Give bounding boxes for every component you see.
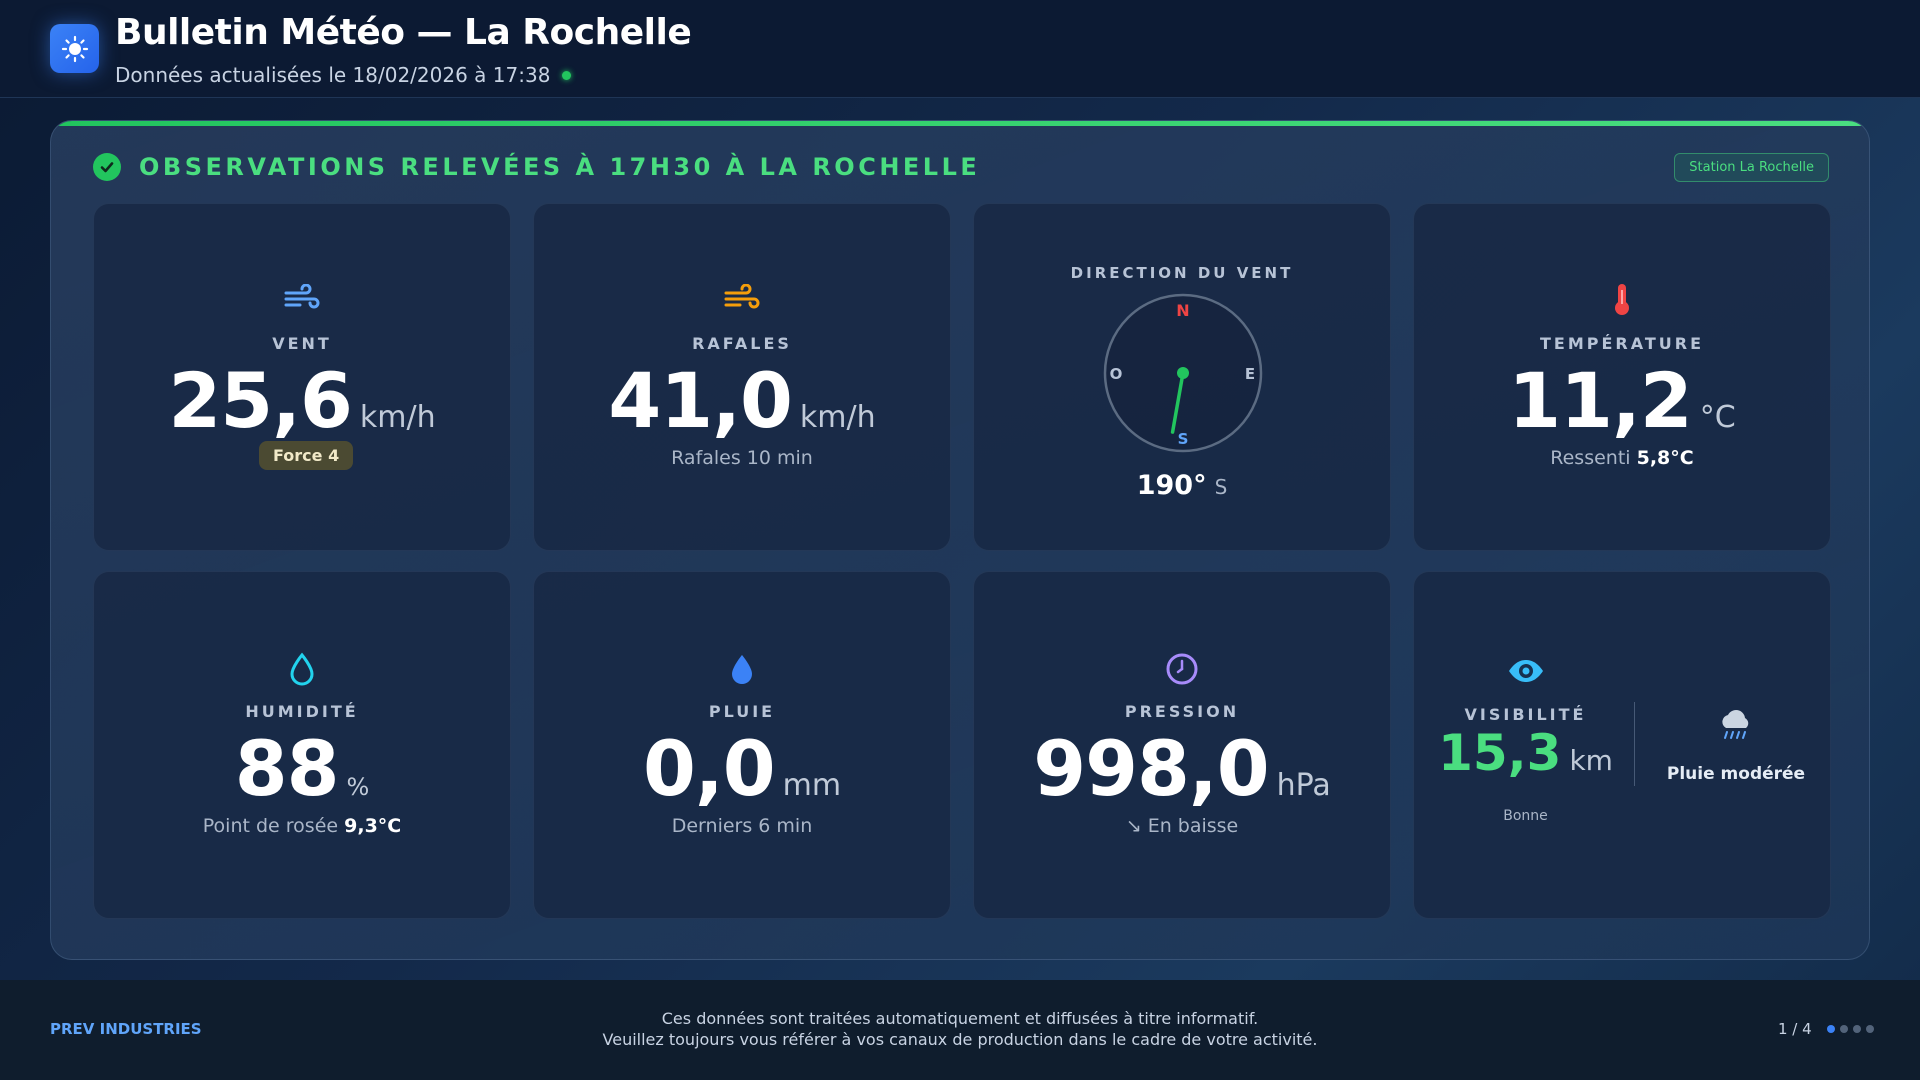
- gauge-icon: [974, 652, 1390, 686]
- panel-accent-bar: [51, 121, 1869, 126]
- pressure-unit: hPa: [1276, 768, 1331, 803]
- dew-point-label: Point de rosée: [202, 815, 339, 837]
- drop-filled-icon: [534, 652, 950, 686]
- wind-icon: [94, 284, 510, 312]
- page-counter: 1 / 4: [1778, 1020, 1812, 1038]
- humidity-value: 88 %: [94, 724, 510, 813]
- thermometer-icon: [1414, 282, 1830, 316]
- page-indicator: 1 / 4: [1778, 1020, 1874, 1038]
- visibility-label: VISIBILITÉ: [1464, 705, 1587, 724]
- pressure-card: PRESSION 998,0 hPa ↘ En baisse: [973, 571, 1391, 919]
- page-dot-3[interactable]: [1852, 1025, 1861, 1033]
- gusts-label: RAFALES: [692, 334, 792, 353]
- direction-cardinal: S: [1214, 475, 1228, 499]
- visibility-card: VISIBILITÉ 15,3 km Bonne Pluie modérée: [1413, 571, 1831, 919]
- humidity-label: HUMIDITÉ: [245, 702, 359, 721]
- feels-like: Ressenti 5,8°C: [1414, 447, 1830, 469]
- temperature-card: TEMPÉRATURE 11,2 °C Ressenti 5,8°C: [1413, 203, 1831, 551]
- page-dot-4[interactable]: [1865, 1025, 1874, 1033]
- visibility-divider: [1634, 702, 1635, 786]
- visibility-section: VISIBILITÉ 15,3 km Bonne: [1414, 572, 1637, 920]
- humidity-reading: 88: [234, 724, 340, 813]
- page-dot-2[interactable]: [1839, 1025, 1848, 1033]
- compass-west: O: [1110, 365, 1123, 383]
- wind-direction-card: DIRECTION DU VENT N E O S 190° S: [973, 203, 1391, 551]
- disclaimer-line-1: Ces données sont traitées automatiquemen…: [661, 1009, 1259, 1028]
- eye-icon: [1414, 658, 1637, 684]
- panel-header: OBSERVATIONS RELEVÉES À 17H30 À LA ROCHE…: [93, 153, 980, 181]
- panel-heading: OBSERVATIONS RELEVÉES À 17H30 À LA ROCHE…: [139, 153, 981, 181]
- page-title: Bulletin Météo — La Rochelle: [115, 12, 692, 53]
- gusts-value: 41,0 km/h: [534, 356, 950, 445]
- disclaimer: Ces données sont traitées automatiquemen…: [560, 1008, 1360, 1050]
- compass: N E O S: [1102, 292, 1264, 454]
- feels-like-label: Ressenti: [1550, 447, 1631, 469]
- rain-cloud-icon: [1640, 710, 1832, 744]
- sun-icon: [50, 24, 99, 73]
- pressure-reading: 998,0: [1033, 724, 1269, 813]
- gust-icon: [534, 284, 950, 312]
- live-status-dot: [562, 70, 572, 80]
- compass-south: S: [1178, 430, 1189, 448]
- update-text: Données actualisées le 18/02/2026 à 17:3…: [115, 63, 551, 87]
- rain-amount: 0,0: [642, 724, 776, 813]
- compass-center: [1177, 367, 1189, 379]
- disclaimer-line-2: Veuillez toujours vous référer à vos can…: [602, 1030, 1318, 1049]
- observations-panel: OBSERVATIONS RELEVÉES À 17H30 À LA ROCHE…: [50, 120, 1870, 960]
- pressure-label: PRESSION: [1124, 702, 1240, 721]
- footer: PREV INDUSTRIES Ces données sont traitée…: [0, 980, 1920, 1080]
- visibility-value: 15,3 km: [1414, 724, 1637, 782]
- rain-value: 0,0 mm: [534, 724, 950, 813]
- temperature-value: 11,2 °C: [1414, 356, 1830, 445]
- temperature-label: TEMPÉRATURE: [1539, 334, 1705, 353]
- page-dot-1[interactable]: [1826, 1025, 1835, 1033]
- wind-unit: km/h: [359, 400, 436, 435]
- compass-north: N: [1176, 301, 1189, 320]
- rain-label: PLUIE: [708, 702, 776, 721]
- page-dots: [1822, 1025, 1874, 1033]
- gusts-unit: km/h: [799, 400, 876, 435]
- gusts-card: RAFALES 41,0 km/h Rafales 10 min: [533, 203, 951, 551]
- gusts-period: Rafales 10 min: [671, 447, 813, 469]
- temperature-unit: °C: [1699, 400, 1736, 435]
- wind-label: VENT: [272, 334, 332, 353]
- humidity-unit: %: [346, 773, 370, 801]
- visibility-unit: km: [1569, 744, 1613, 777]
- wind-speed: 25,6: [168, 356, 353, 445]
- feels-like-value: 5,8°C: [1636, 447, 1694, 469]
- pressure-trend: ↘ En baisse: [1125, 815, 1239, 837]
- rain-period: Derniers 6 min: [671, 815, 813, 837]
- wind-card: VENT 25,6 km/h Force 4: [93, 203, 511, 551]
- app-header: Bulletin Météo — La Rochelle Données act…: [0, 0, 1920, 98]
- beaufort-badge: Force 4: [259, 441, 354, 470]
- rain-card: PLUIE 0,0 mm Derniers 6 min: [533, 571, 951, 919]
- wind-value: 25,6 km/h: [94, 356, 510, 445]
- visibility-distance: 15,3: [1438, 724, 1562, 782]
- dew-point: Point de rosée 9,3°C: [94, 815, 510, 837]
- direction-label: DIRECTION DU VENT: [1070, 264, 1294, 282]
- humidity-card: HUMIDITÉ 88 % Point de rosée 9,3°C: [93, 571, 511, 919]
- update-timestamp: Données actualisées le 18/02/2026 à 17:3…: [115, 63, 572, 87]
- gusts-speed: 41,0: [608, 356, 793, 445]
- check-circle-icon: [93, 153, 121, 181]
- dew-point-value: 9,3°C: [344, 815, 402, 837]
- weather-description: Pluie modérée: [1666, 764, 1806, 784]
- temperature-reading: 11,2: [1508, 356, 1693, 445]
- direction-value: 190° S: [974, 470, 1390, 501]
- pressure-value: 998,0 hPa: [974, 724, 1390, 813]
- direction-degrees: 190°: [1136, 470, 1207, 501]
- rain-unit: mm: [782, 768, 842, 803]
- drop-outline-icon: [94, 652, 510, 686]
- compass-east: E: [1245, 365, 1255, 383]
- visibility-quality: Bonne: [1503, 808, 1548, 824]
- brand-name: PREV INDUSTRIES: [50, 1020, 202, 1038]
- weather-condition: Pluie modérée: [1640, 572, 1832, 920]
- station-badge: Station La Rochelle: [1674, 153, 1829, 182]
